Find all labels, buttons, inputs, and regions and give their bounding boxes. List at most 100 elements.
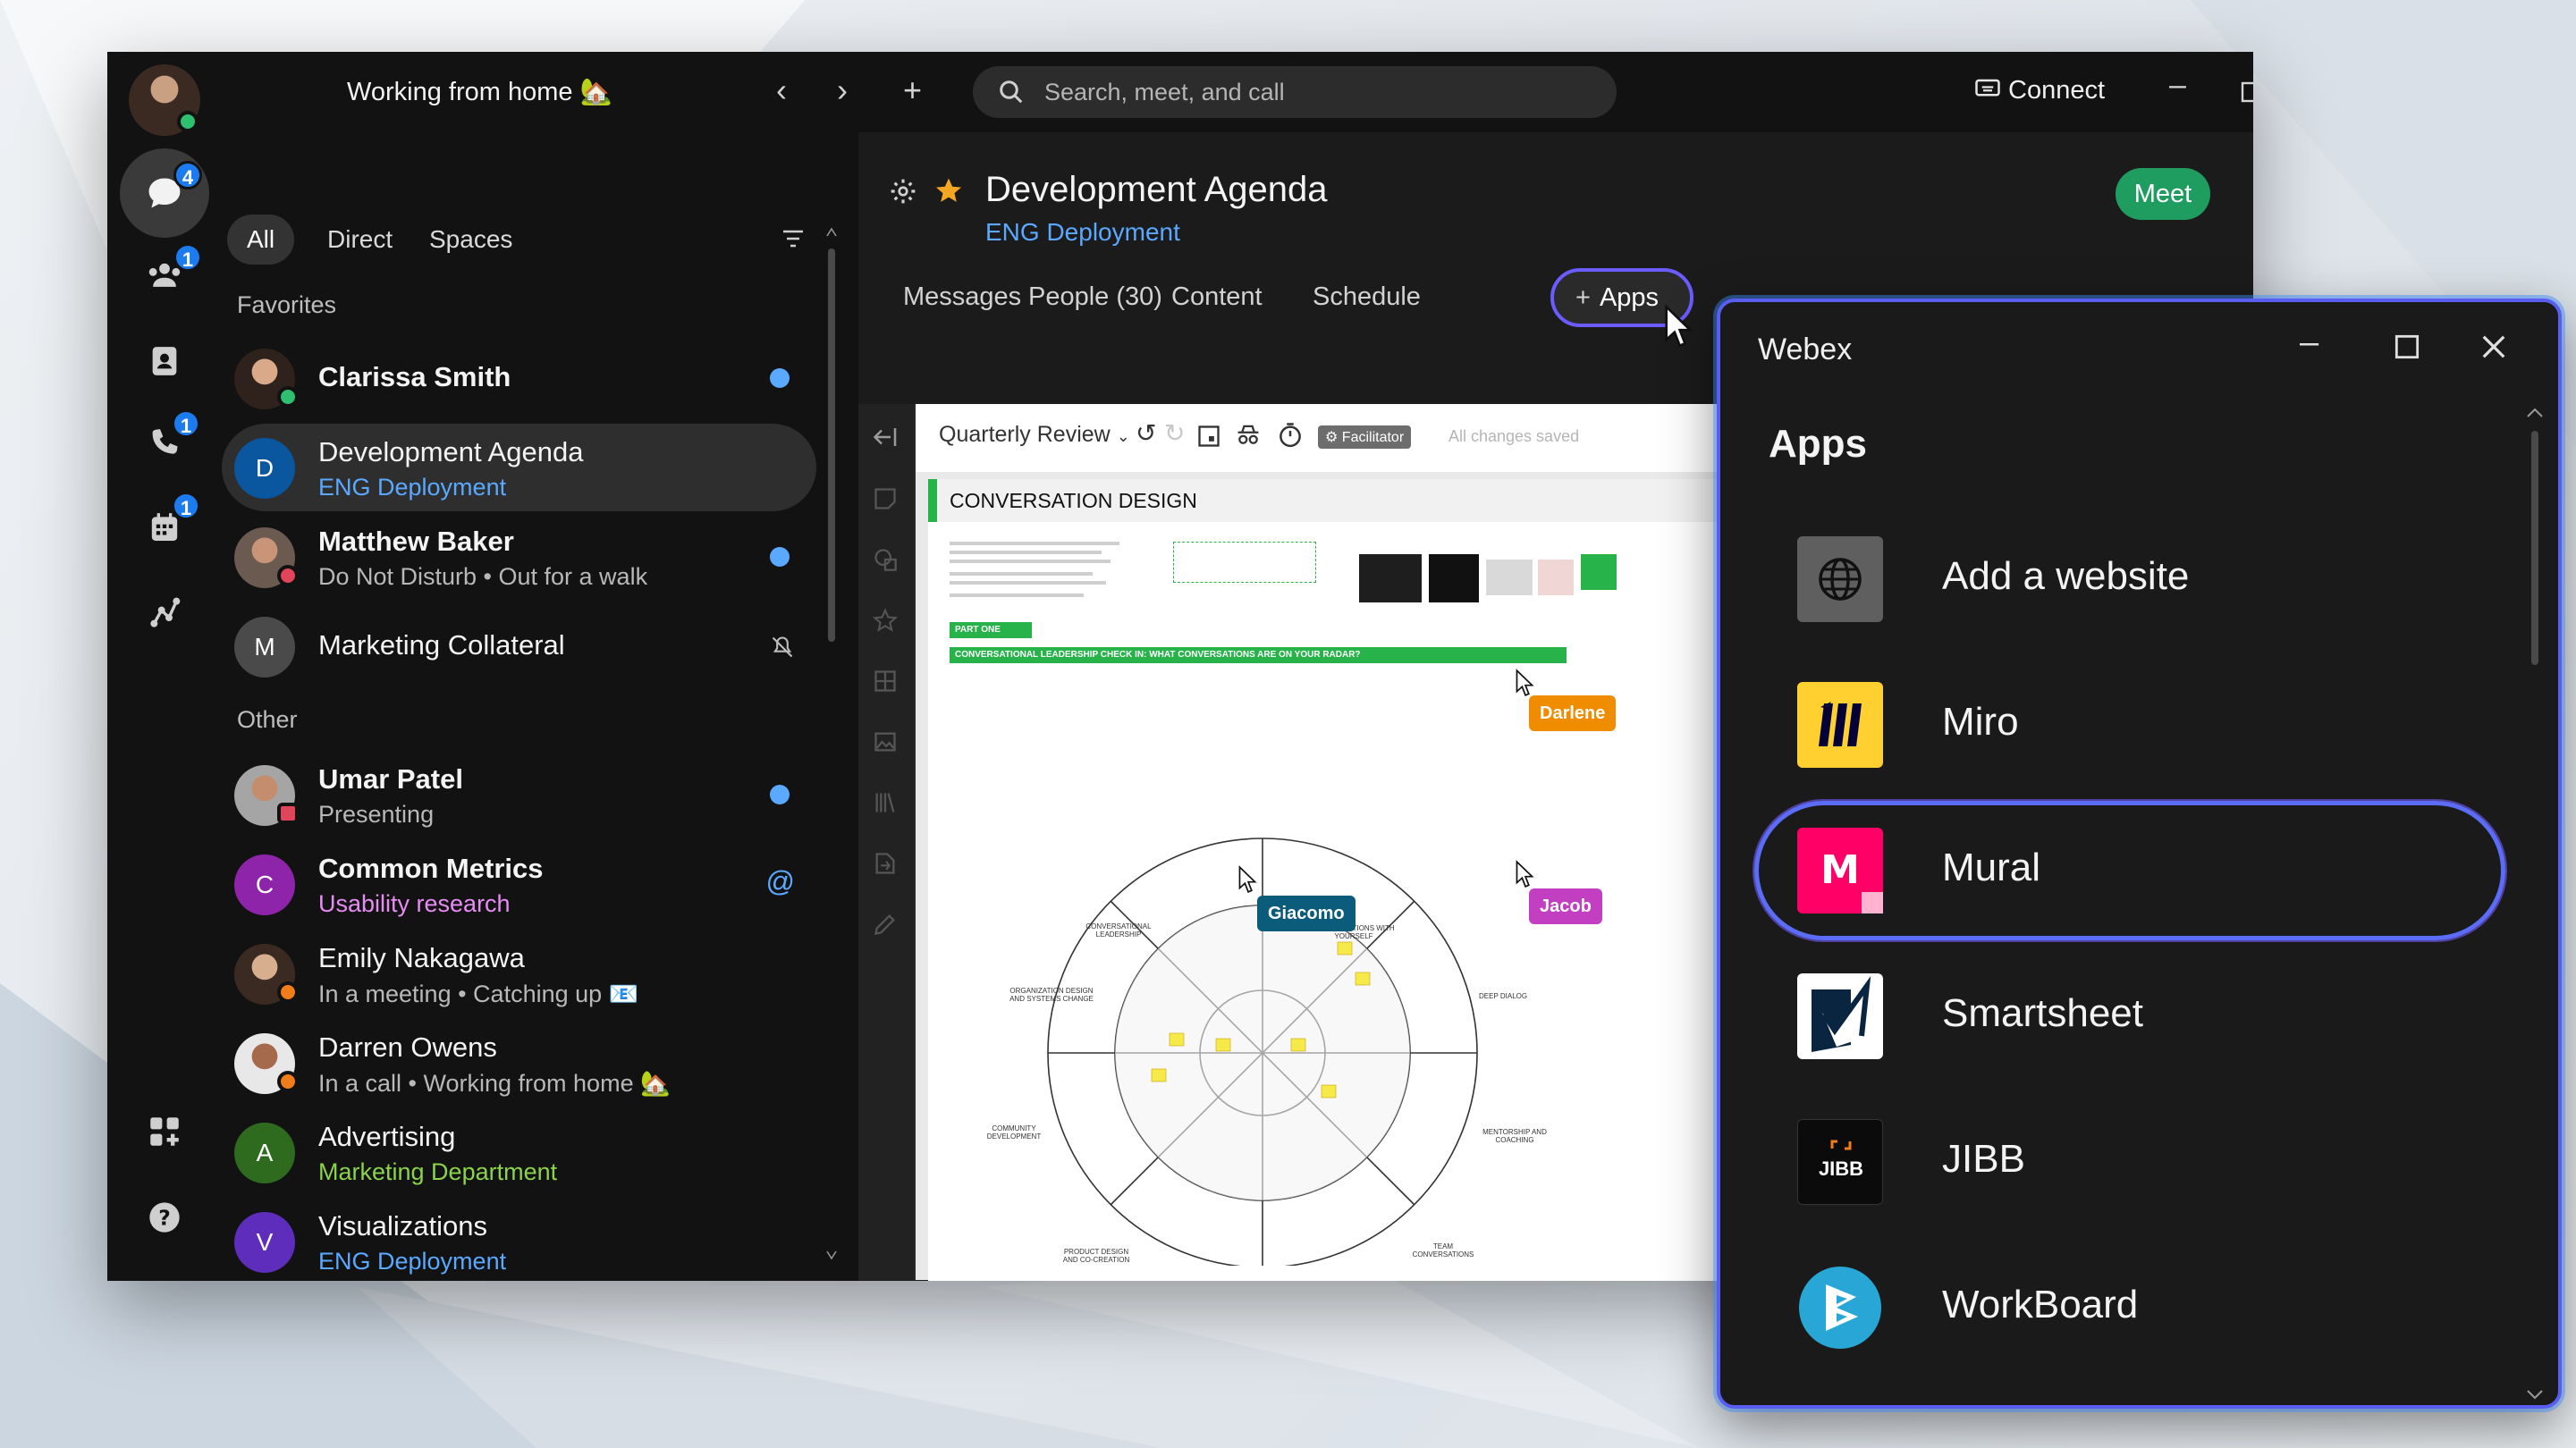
calling-rail-button[interactable]: 1 (120, 399, 209, 488)
outline-view-icon[interactable] (1196, 424, 1221, 449)
jibb-logo: JIBB (1797, 1119, 1883, 1205)
chevron-down-icon: ⌄ (1116, 427, 1130, 445)
tab-content[interactable]: Content (1171, 282, 1263, 312)
favorite-star-icon[interactable] (933, 175, 964, 206)
undo-icon[interactable]: ↺ (1136, 418, 1156, 448)
space-team-link[interactable]: ENG Deployment (985, 218, 1180, 247)
filter-sort-icon[interactable] (781, 229, 805, 248)
miro-logo (1797, 682, 1883, 768)
app-item-miro[interactable]: Miro (1754, 655, 2505, 795)
minimize-icon[interactable]: – (2300, 324, 2318, 362)
export-tool-icon[interactable] (873, 851, 898, 876)
conversation-list-scrollbar[interactable] (826, 222, 837, 1267)
meetings-rail-button[interactable]: 1 (120, 483, 209, 572)
conversation-subtitle: Usability research (318, 890, 511, 917)
filter-tab-spaces[interactable]: Spaces (410, 215, 532, 265)
conversation-subtitle: Do Not Disturb • Out for a walk (318, 563, 648, 590)
conversation-title: Marketing Collateral (318, 629, 565, 661)
app-item-workboard[interactable]: WorkBoard (1754, 1238, 2505, 1377)
whiteboard-canvas[interactable]: CONVERSATION DESIGN PART ONE CONVERSATIO… (916, 472, 1720, 1281)
conversation-title: Development Agenda (318, 436, 584, 467)
minimize-icon[interactable]: – (2169, 68, 2186, 103)
conversation-item[interactable]: D Development Agenda ENG Deployment (222, 424, 816, 511)
help-rail-button[interactable]: ? (120, 1173, 209, 1262)
board-name-dropdown[interactable]: Quarterly Review ⌄ (939, 422, 1130, 448)
tab-people[interactable]: People (30) (1028, 282, 1162, 312)
app-item-jibb[interactable]: JIBB JIBB (1754, 1092, 2505, 1232)
private-mode-icon[interactable] (1234, 422, 1263, 447)
back-arrow-icon[interactable]: ‹ (776, 72, 787, 109)
text-box-tool-icon[interactable] (873, 547, 898, 572)
collapse-panel-icon[interactable] (873, 425, 899, 449)
cursor-label-giacomo: Giacomo (1257, 896, 1356, 931)
tab-schedule[interactable]: Schedule (1313, 282, 1421, 312)
conversation-title: Darren Owens (318, 1031, 497, 1063)
maximize-icon[interactable] (2394, 334, 2420, 359)
svg-text:M: M (1820, 847, 1860, 893)
icons-star-tool-icon[interactable] (873, 608, 898, 633)
filter-tab-direct[interactable]: Direct (308, 215, 412, 265)
help-question-icon: ? (149, 1202, 180, 1233)
whiteboard-toolbar: Quarterly Review ⌄ ↺ ↻ ⚙ Facilitator All… (916, 404, 1720, 472)
apps-window-title: Webex (1758, 333, 1853, 366)
user-presence-indicator (177, 111, 198, 132)
image-tool-icon[interactable] (873, 729, 898, 754)
app-item-smartsheet[interactable]: Smartsheet (1754, 947, 2505, 1086)
app-item-mural[interactable]: M Mural (1754, 801, 2505, 940)
facilitator-badge[interactable]: ⚙ Facilitator (1318, 425, 1412, 449)
messaging-rail-button[interactable]: 4 (120, 148, 209, 238)
messaging-badge: 4 (173, 161, 202, 189)
conversation-item[interactable]: Darren Owens In a call • Working from ho… (222, 1019, 816, 1107)
unread-indicator (770, 547, 790, 567)
favorites-section-label: Favorites (237, 291, 337, 318)
conversation-item[interactable]: M Marketing Collateral (222, 602, 816, 690)
conversation-item[interactable]: Umar Patel Presenting (222, 751, 816, 838)
presenting-indicator (277, 803, 299, 824)
app-item-add-website[interactable]: Add a website (1754, 509, 2505, 649)
conversation-item[interactable]: A Advertising Marketing Department (222, 1108, 816, 1196)
apps-list-scrollbar[interactable] (2524, 399, 2546, 1409)
workflows-rail-button[interactable] (120, 568, 209, 658)
app-hub-rail-button[interactable] (120, 1087, 209, 1176)
save-status: All changes saved (1448, 427, 1580, 445)
draw-pencil-tool-icon[interactable] (873, 912, 898, 937)
app-name: Add a website (1942, 554, 2190, 598)
frames-grid-tool-icon[interactable] (873, 669, 898, 694)
conversation-title: Matthew Baker (318, 526, 514, 557)
presence-active-indicator (277, 386, 299, 408)
status-message[interactable]: Working from home 🏡 (347, 77, 612, 107)
intro-text-line (950, 572, 1093, 576)
space-settings-gear-icon[interactable] (889, 177, 917, 206)
teams-rail-button[interactable]: 1 (120, 231, 209, 320)
conversation-item[interactable]: Clarissa Smith (222, 334, 816, 422)
radar-label: COMMUNITY DEVELOPMENT (986, 1124, 1042, 1141)
tab-messages[interactable]: Messages (903, 282, 1021, 312)
timer-icon[interactable] (1277, 422, 1304, 449)
intro-text-line (950, 594, 1084, 597)
contacts-book-icon (152, 347, 177, 375)
maximize-icon[interactable] (2241, 81, 2253, 103)
conversation-item[interactable]: Emily Nakagawa In a meeting • Catching u… (222, 930, 816, 1017)
close-icon[interactable] (2480, 333, 2507, 360)
section-title: CONVERSATION DESIGN (928, 479, 1720, 522)
forward-arrow-icon[interactable]: › (837, 72, 848, 109)
new-plus-icon[interactable]: + (903, 72, 922, 109)
conversation-title: Emily Nakagawa (318, 942, 525, 973)
space-avatar: V (234, 1212, 295, 1273)
search-input[interactable]: Search, meet, and call (973, 66, 1617, 118)
conversation-title: Visualizations (318, 1210, 487, 1242)
conversation-item[interactable]: Matthew Baker Do Not Disturb • Out for a… (222, 513, 816, 601)
meet-button[interactable]: Meet (2116, 168, 2210, 220)
contacts-rail-button[interactable] (120, 316, 209, 406)
other-section-label: Other (237, 706, 298, 733)
whiteboard-tool-column (858, 404, 914, 1280)
space-avatar: M (234, 617, 295, 678)
filter-tab-all[interactable]: All (227, 215, 295, 265)
apps-heading: Apps (1769, 422, 1867, 466)
conversation-item[interactable]: C Common Metrics Usability research @ (222, 840, 816, 928)
sticky-note-tool-icon[interactable] (873, 486, 898, 511)
conversation-item[interactable]: V Visualizations ENG Deployment (222, 1198, 816, 1281)
templates-library-icon[interactable] (873, 790, 898, 815)
connect-button[interactable]: Connect (1974, 76, 2105, 105)
app-name: WorkBoard (1942, 1283, 2139, 1326)
